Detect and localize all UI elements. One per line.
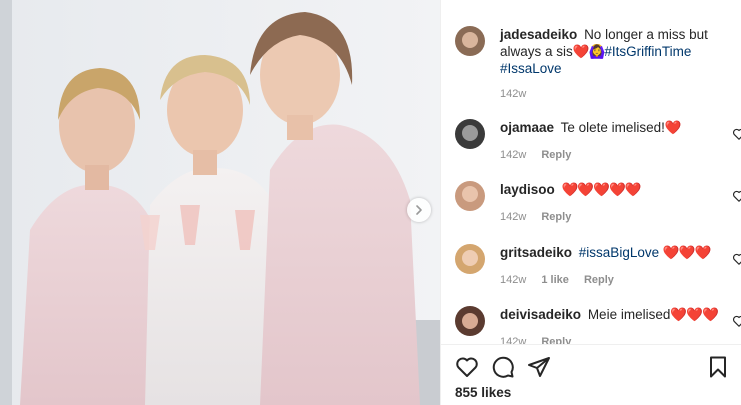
caption-username[interactable]: jadesadeiko (500, 27, 577, 42)
photo-of-three-women-in-robes (0, 0, 440, 405)
heart-outline-icon[interactable] (455, 355, 479, 379)
comment-emoji: ❤️ (664, 120, 682, 135)
comment-username[interactable]: laydisoo (500, 182, 555, 197)
hashtag-issabiglove[interactable]: #issaBigLove (579, 245, 659, 260)
avatar[interactable] (455, 306, 485, 336)
heart-outline-icon[interactable] (732, 127, 741, 141)
post-actions-bar: 855 likes (441, 344, 741, 405)
caption-time[interactable]: 142w (500, 88, 526, 100)
comment-username[interactable]: ojamaae (500, 120, 554, 135)
caption-line-2: always a sis (500, 44, 573, 59)
comment-text: ojamaae Te olete imelised!❤️ (500, 119, 720, 136)
comment-emoji: ❤️❤️❤️❤️❤️ (561, 182, 642, 197)
caption-meta: 142w (500, 88, 538, 100)
comment-meta: 142w Reply (500, 149, 583, 161)
comment-meta: 142w Reply (500, 211, 583, 223)
post-details-panel: jadesadeiko No longer a miss but always … (440, 0, 741, 405)
speech-bubble-icon[interactable] (491, 355, 515, 379)
likes-count[interactable]: 855 likes (455, 385, 511, 400)
comment-body: Te olete imelised! (560, 120, 665, 135)
reply-button[interactable]: Reply (541, 211, 571, 223)
caption-text: jadesadeiko No longer a miss but always … (500, 26, 720, 77)
paper-plane-icon[interactable] (527, 355, 551, 379)
comment-body: Meie imelised (587, 307, 671, 322)
heart-outline-icon[interactable] (732, 189, 741, 203)
comment-emoji: ❤️❤️❤️ (670, 307, 718, 322)
bookmark-icon[interactable] (706, 355, 730, 379)
comment-time[interactable]: 142w (500, 336, 526, 344)
reply-button[interactable]: Reply (541, 149, 571, 161)
comment-likes[interactable]: 1 like (541, 274, 569, 286)
next-photo-button[interactable] (407, 198, 431, 222)
comments-list[interactable]: jadesadeiko No longer a miss but always … (441, 0, 741, 344)
comment-username[interactable]: deivisadeiko (500, 307, 581, 322)
avatar[interactable] (455, 244, 485, 274)
caption-line-1: No longer a miss but (584, 27, 708, 42)
hashtag-itsgriffintime[interactable]: #ItsGriffinTime (604, 44, 691, 59)
comment-meta: 142w Reply (500, 336, 583, 344)
caption-emoji: ❤️🙆‍♀️ (572, 44, 606, 59)
chevron-right-icon (416, 205, 422, 215)
hashtag-issalove[interactable]: #IssaLove (500, 61, 562, 76)
reply-button[interactable]: Reply (541, 336, 571, 344)
comment-text: laydisoo ❤️❤️❤️❤️❤️ (500, 181, 720, 198)
heart-outline-icon[interactable] (732, 252, 741, 266)
comment-text: deivisadeiko Meie imelised❤️❤️❤️ (500, 306, 720, 323)
avatar[interactable] (455, 181, 485, 211)
avatar[interactable] (455, 26, 485, 56)
heart-outline-icon[interactable] (732, 314, 741, 328)
avatar[interactable] (455, 119, 485, 149)
comment-username[interactable]: gritsadeiko (500, 245, 572, 260)
comment-meta: 142w 1 like Reply (500, 274, 626, 286)
comment-text: gritsadeiko #issaBigLove ❤️❤️❤️ (500, 244, 720, 261)
post-photo (0, 0, 440, 405)
reply-button[interactable]: Reply (584, 274, 614, 286)
comment-time[interactable]: 142w (500, 274, 526, 286)
comment-emoji: ❤️❤️❤️ (662, 245, 711, 260)
comment-time[interactable]: 142w (500, 149, 526, 161)
comment-time[interactable]: 142w (500, 211, 526, 223)
